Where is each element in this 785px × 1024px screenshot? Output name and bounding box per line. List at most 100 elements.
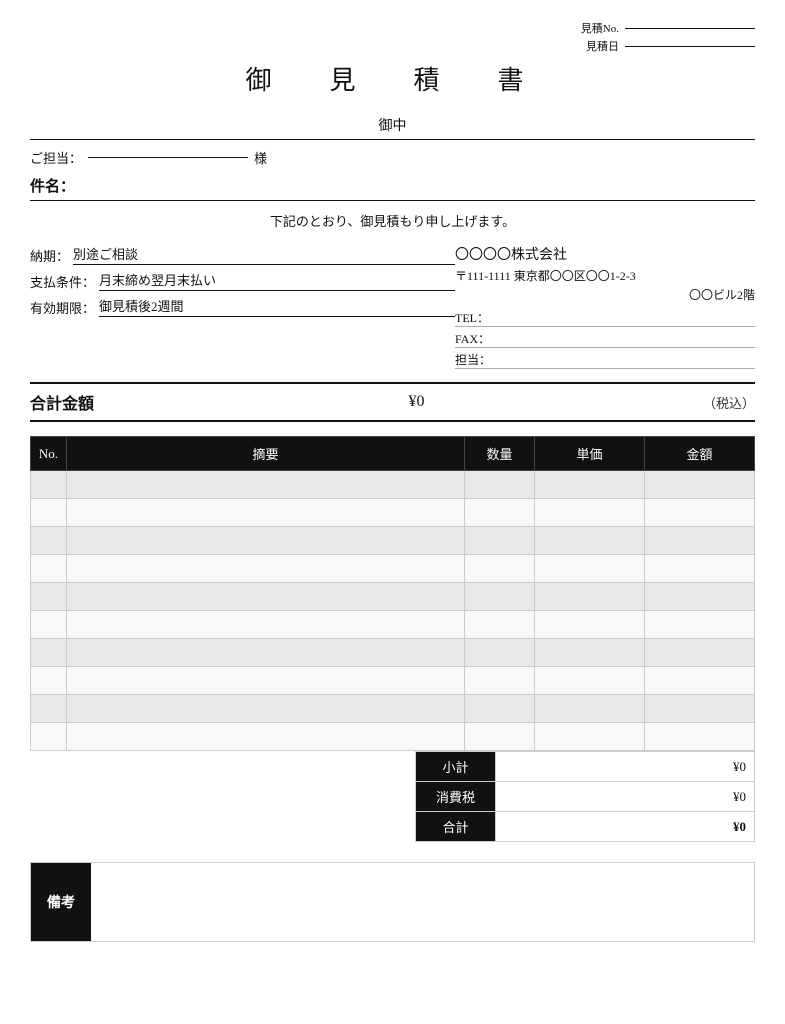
table-row	[31, 471, 755, 499]
table-row	[31, 639, 755, 667]
row-price	[535, 555, 645, 583]
row-price	[535, 583, 645, 611]
items-table-section: No. 摘要 数量 単価 金額	[30, 436, 755, 842]
row-no	[31, 499, 67, 527]
total-label: 合計金額	[30, 390, 130, 414]
row-desc	[67, 723, 465, 751]
quote-date-line	[625, 46, 755, 47]
header-no: No.	[31, 437, 67, 471]
row-price	[535, 667, 645, 695]
total-summary-label: 合計	[416, 812, 496, 842]
table-row	[31, 667, 755, 695]
validity-value: 御見積後2週間	[99, 296, 455, 317]
company-building: 〇〇ビル2階	[455, 286, 755, 303]
delivery-value: 別途ご相談	[73, 244, 455, 265]
row-price	[535, 499, 645, 527]
row-desc	[67, 583, 465, 611]
summary-table: 小計 ¥0 消費税 ¥0 合計 ¥0	[415, 751, 755, 842]
table-row	[31, 611, 755, 639]
row-desc	[67, 695, 465, 723]
row-no	[31, 527, 67, 555]
subject-row: 件名：	[30, 175, 755, 201]
row-qty	[465, 639, 535, 667]
quote-no-label: 見積No.	[581, 20, 619, 36]
fax-label: FAX：	[455, 330, 490, 347]
fax-row: FAX：	[455, 330, 755, 348]
row-qty	[465, 555, 535, 583]
row-amount	[645, 555, 755, 583]
quote-no-line	[625, 28, 755, 29]
row-price	[535, 471, 645, 499]
person-label: 担当：	[455, 351, 491, 368]
total-row: 合計金額 ¥0 （税込）	[30, 382, 755, 422]
person-value	[495, 367, 755, 368]
quote-date-label: 見積日	[586, 38, 619, 54]
total-summary-value: ¥0	[496, 812, 755, 842]
total-tax-note: （税込）	[703, 393, 755, 412]
tel-label: TEL：	[455, 309, 489, 326]
row-price	[535, 639, 645, 667]
remarks-label: 備考	[31, 863, 91, 941]
subtotal-value: ¥0	[496, 752, 755, 782]
contact-person-label: ご担当：	[30, 148, 82, 167]
row-desc	[67, 471, 465, 499]
row-no	[31, 639, 67, 667]
table-row	[31, 695, 755, 723]
contact-row: ご担当： 様	[30, 148, 755, 167]
row-qty	[465, 723, 535, 751]
subtotal-row: 小計 ¥0	[416, 752, 755, 782]
quote-date-row: 見積日	[586, 38, 755, 54]
row-qty	[465, 695, 535, 723]
table-row	[31, 499, 755, 527]
row-price	[535, 695, 645, 723]
honorific: 御中	[30, 115, 755, 140]
remarks-content	[91, 863, 754, 941]
row-amount	[645, 499, 755, 527]
row-qty	[465, 667, 535, 695]
row-amount	[645, 639, 755, 667]
intro-text: 下記のとおり、御見積もり申し上げます。	[30, 211, 755, 230]
row-no	[31, 611, 67, 639]
header-desc: 摘要	[67, 437, 465, 471]
row-desc	[67, 639, 465, 667]
row-amount	[645, 695, 755, 723]
remarks-section: 備考	[30, 862, 755, 942]
table-row	[31, 527, 755, 555]
table-row	[31, 723, 755, 751]
row-price	[535, 611, 645, 639]
row-no	[31, 471, 67, 499]
validity-label: 有効期限：	[30, 298, 95, 317]
validity-row: 有効期限： 御見積後2週間	[30, 296, 455, 317]
payment-label: 支払条件：	[30, 272, 95, 291]
row-no	[31, 583, 67, 611]
info-left: 納期： 別途ご相談 支払条件： 月末締め翌月末払い 有効期限： 御見積後2週間	[30, 244, 455, 372]
company-name: 〇〇〇〇株式会社	[455, 244, 755, 264]
tax-label: 消費税	[416, 782, 496, 812]
tax-row: 消費税 ¥0	[416, 782, 755, 812]
row-amount	[645, 667, 755, 695]
fax-value	[494, 346, 755, 347]
info-section: 納期： 別途ご相談 支払条件： 月末締め翌月末払い 有効期限： 御見積後2週間 …	[30, 244, 755, 372]
info-right: 〇〇〇〇株式会社 〒111-1111 東京都〇〇区〇〇1-2-3 〇〇ビル2階 …	[455, 244, 755, 372]
document-title: 御 見 積 書	[30, 60, 755, 97]
row-no	[31, 723, 67, 751]
row-amount	[645, 611, 755, 639]
row-qty	[465, 611, 535, 639]
row-no	[31, 555, 67, 583]
header-qty: 数量	[465, 437, 535, 471]
row-amount	[645, 723, 755, 751]
contact-person-suffix: 様	[254, 148, 267, 167]
row-desc	[67, 667, 465, 695]
tax-value: ¥0	[496, 782, 755, 812]
payment-row: 支払条件： 月末締め翌月末払い	[30, 270, 455, 291]
row-qty	[465, 471, 535, 499]
row-price	[535, 527, 645, 555]
header-amount: 金額	[645, 437, 755, 471]
tel-row: TEL：	[455, 309, 755, 327]
delivery-row: 納期： 別途ご相談	[30, 244, 455, 265]
table-header-row: No. 摘要 数量 単価 金額	[31, 437, 755, 471]
row-amount	[645, 527, 755, 555]
quote-no-row: 見積No.	[581, 20, 755, 36]
row-desc	[67, 555, 465, 583]
row-no	[31, 667, 67, 695]
